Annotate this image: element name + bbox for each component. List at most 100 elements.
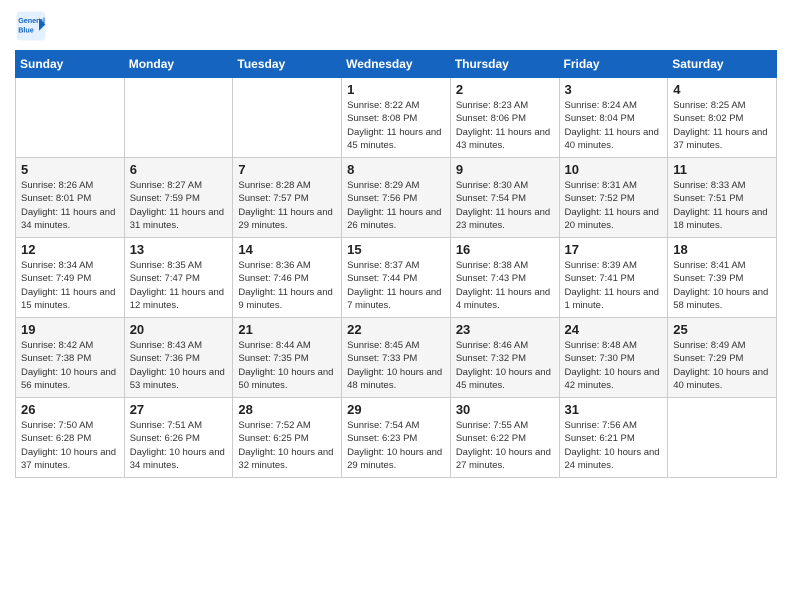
calendar-cell: 21 Sunrise: 8:44 AM Sunset: 7:35 PM Dayli… — [233, 318, 342, 398]
day-number: 18 — [673, 242, 771, 257]
day-number: 25 — [673, 322, 771, 337]
calendar-cell: 29 Sunrise: 7:54 AM Sunset: 6:23 PM Dayli… — [342, 398, 451, 478]
calendar-cell: 7 Sunrise: 8:28 AM Sunset: 7:57 PM Daylig… — [233, 158, 342, 238]
day-info: Sunrise: 8:28 AM Sunset: 7:57 PM Dayligh… — [238, 179, 336, 232]
day-number: 29 — [347, 402, 445, 417]
day-info: Sunrise: 8:36 AM Sunset: 7:46 PM Dayligh… — [238, 259, 336, 312]
calendar-cell: 27 Sunrise: 7:51 AM Sunset: 6:26 PM Dayli… — [124, 398, 233, 478]
day-number: 28 — [238, 402, 336, 417]
day-number: 11 — [673, 162, 771, 177]
calendar-cell: 24Sunrise: 8:48 AM Sunset: 7:30 PM Dayli… — [559, 318, 668, 398]
day-number: 14 — [238, 242, 336, 257]
day-info: Sunrise: 8:44 AM Sunset: 7:35 PM Dayligh… — [238, 339, 336, 392]
calendar-cell — [233, 78, 342, 158]
weekday-header-thursday: Thursday — [450, 51, 559, 78]
day-number: 22 — [347, 322, 445, 337]
calendar-cell — [16, 78, 125, 158]
day-number: 15 — [347, 242, 445, 257]
day-info: Sunrise: 8:38 AM Sunset: 7:43 PM Dayligh… — [456, 259, 554, 312]
day-info: Sunrise: 8:43 AM Sunset: 7:36 PM Dayligh… — [130, 339, 228, 392]
calendar-cell: 20 Sunrise: 8:43 AM Sunset: 7:36 PM Dayli… — [124, 318, 233, 398]
day-number: 20 — [130, 322, 228, 337]
day-number: 12 — [21, 242, 119, 257]
day-info: Sunrise: 8:37 AM Sunset: 7:44 PM Dayligh… — [347, 259, 445, 312]
calendar-cell: 4 Sunrise: 8:25 AM Sunset: 8:02 PM Daylig… — [668, 78, 777, 158]
day-info: Sunrise: 8:45 AM Sunset: 7:33 PM Dayligh… — [347, 339, 445, 392]
header: General Blue — [15, 10, 777, 42]
day-number: 27 — [130, 402, 228, 417]
calendar-cell: 3 Sunrise: 8:24 AM Sunset: 8:04 PM Daylig… — [559, 78, 668, 158]
day-number: 7 — [238, 162, 336, 177]
weekday-header-saturday: Saturday — [668, 51, 777, 78]
day-number: 5 — [21, 162, 119, 177]
calendar-cell: 16 Sunrise: 8:38 AM Sunset: 7:43 PM Dayli… — [450, 238, 559, 318]
day-info: Sunrise: 8:48 AM Sunset: 7:30 PM Dayligh… — [565, 339, 663, 392]
calendar-cell: 30 Sunrise: 7:55 AM Sunset: 6:22 PM Dayli… — [450, 398, 559, 478]
day-info: Sunrise: 8:35 AM Sunset: 7:47 PM Dayligh… — [130, 259, 228, 312]
calendar-cell: 11 Sunrise: 8:33 AM Sunset: 7:51 PM Dayli… — [668, 158, 777, 238]
calendar-cell: 12 Sunrise: 8:34 AM Sunset: 7:49 PM Dayli… — [16, 238, 125, 318]
weekday-header-wednesday: Wednesday — [342, 51, 451, 78]
day-number: 30 — [456, 402, 554, 417]
day-info: Sunrise: 7:55 AM Sunset: 6:22 PM Dayligh… — [456, 419, 554, 472]
day-info: Sunrise: 7:56 AM Sunset: 6:21 PM Dayligh… — [565, 419, 663, 472]
calendar-cell: 23 Sunrise: 8:46 AM Sunset: 7:32 PM Dayli… — [450, 318, 559, 398]
calendar-cell: 10 Sunrise: 8:31 AM Sunset: 7:52 PM Dayli… — [559, 158, 668, 238]
calendar-cell: 31 Sunrise: 7:56 AM Sunset: 6:21 PM Dayli… — [559, 398, 668, 478]
calendar-cell: 28 Sunrise: 7:52 AM Sunset: 6:25 PM Dayli… — [233, 398, 342, 478]
calendar-cell: 26 Sunrise: 7:50 AM Sunset: 6:28 PM Dayli… — [16, 398, 125, 478]
day-info: Sunrise: 7:51 AM Sunset: 6:26 PM Dayligh… — [130, 419, 228, 472]
calendar-cell: 15 Sunrise: 8:37 AM Sunset: 7:44 PM Dayli… — [342, 238, 451, 318]
day-number: 6 — [130, 162, 228, 177]
day-info: Sunrise: 8:39 AM Sunset: 7:41 PM Dayligh… — [565, 259, 663, 312]
day-number: 26 — [21, 402, 119, 417]
day-info: Sunrise: 8:26 AM Sunset: 8:01 PM Dayligh… — [21, 179, 119, 232]
svg-text:Blue: Blue — [18, 25, 34, 34]
day-info: Sunrise: 8:42 AM Sunset: 7:38 PM Dayligh… — [21, 339, 119, 392]
calendar-cell: 14 Sunrise: 8:36 AM Sunset: 7:46 PM Dayli… — [233, 238, 342, 318]
day-info: Sunrise: 8:29 AM Sunset: 7:56 PM Dayligh… — [347, 179, 445, 232]
calendar-cell: 18 Sunrise: 8:41 AM Sunset: 7:39 PM Dayli… — [668, 238, 777, 318]
day-info: Sunrise: 7:50 AM Sunset: 6:28 PM Dayligh… — [21, 419, 119, 472]
day-info: Sunrise: 8:24 AM Sunset: 8:04 PM Dayligh… — [565, 99, 663, 152]
calendar-cell: 1 Sunrise: 8:22 AM Sunset: 8:08 PM Daylig… — [342, 78, 451, 158]
day-number: 16 — [456, 242, 554, 257]
calendar-cell: 13 Sunrise: 8:35 AM Sunset: 7:47 PM Dayli… — [124, 238, 233, 318]
calendar-cell: 25 Sunrise: 8:49 AM Sunset: 7:29 PM Dayli… — [668, 318, 777, 398]
calendar-cell — [124, 78, 233, 158]
calendar-cell: 22 Sunrise: 8:45 AM Sunset: 7:33 PM Dayli… — [342, 318, 451, 398]
calendar-cell: 6Sunrise: 8:27 AM Sunset: 7:59 PM Daylig… — [124, 158, 233, 238]
day-number: 21 — [238, 322, 336, 337]
calendar-table: SundayMondayTuesdayWednesdayThursdayFrid… — [15, 50, 777, 478]
calendar-cell: 2 Sunrise: 8:23 AM Sunset: 8:06 PM Daylig… — [450, 78, 559, 158]
day-info: Sunrise: 8:23 AM Sunset: 8:06 PM Dayligh… — [456, 99, 554, 152]
day-info: Sunrise: 8:31 AM Sunset: 7:52 PM Dayligh… — [565, 179, 663, 232]
day-info: Sunrise: 8:49 AM Sunset: 7:29 PM Dayligh… — [673, 339, 771, 392]
day-number: 1 — [347, 82, 445, 97]
day-number: 31 — [565, 402, 663, 417]
day-number: 9 — [456, 162, 554, 177]
calendar-cell — [668, 398, 777, 478]
day-number: 3 — [565, 82, 663, 97]
day-info: Sunrise: 7:52 AM Sunset: 6:25 PM Dayligh… — [238, 419, 336, 472]
weekday-header-monday: Monday — [124, 51, 233, 78]
day-number: 2 — [456, 82, 554, 97]
day-info: Sunrise: 8:34 AM Sunset: 7:49 PM Dayligh… — [21, 259, 119, 312]
day-number: 10 — [565, 162, 663, 177]
day-info: Sunrise: 8:30 AM Sunset: 7:54 PM Dayligh… — [456, 179, 554, 232]
day-info: Sunrise: 8:25 AM Sunset: 8:02 PM Dayligh… — [673, 99, 771, 152]
day-number: 13 — [130, 242, 228, 257]
calendar-cell: 9 Sunrise: 8:30 AM Sunset: 7:54 PM Daylig… — [450, 158, 559, 238]
logo-icon: General Blue — [15, 10, 47, 42]
weekday-header-sunday: Sunday — [16, 51, 125, 78]
weekday-header-friday: Friday — [559, 51, 668, 78]
calendar-cell: 19 Sunrise: 8:42 AM Sunset: 7:38 PM Dayli… — [16, 318, 125, 398]
day-number: 23 — [456, 322, 554, 337]
day-number: 19 — [21, 322, 119, 337]
day-info: Sunrise: 7:54 AM Sunset: 6:23 PM Dayligh… — [347, 419, 445, 472]
day-number: 4 — [673, 82, 771, 97]
day-info: Sunrise: 8:41 AM Sunset: 7:39 PM Dayligh… — [673, 259, 771, 312]
day-info: Sunrise: 8:46 AM Sunset: 7:32 PM Dayligh… — [456, 339, 554, 392]
day-info: Sunrise: 8:33 AM Sunset: 7:51 PM Dayligh… — [673, 179, 771, 232]
day-info: Sunrise: 8:22 AM Sunset: 8:08 PM Dayligh… — [347, 99, 445, 152]
